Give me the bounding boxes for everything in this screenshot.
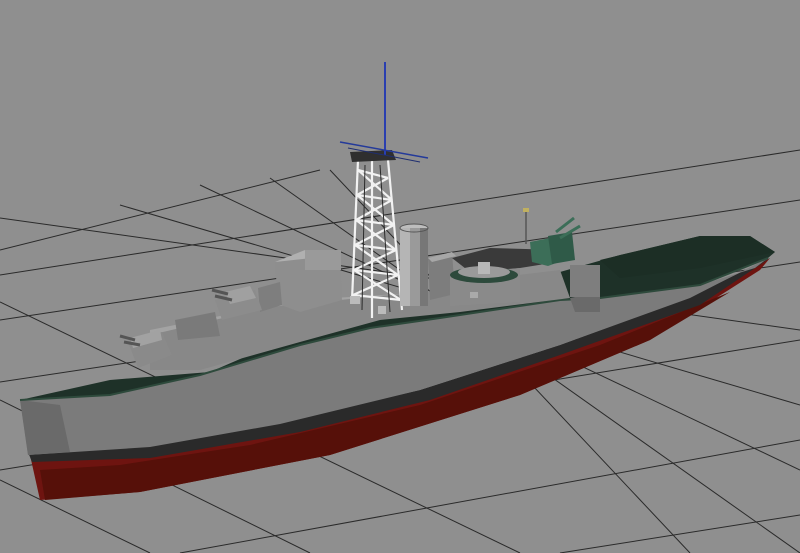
bridge-tower — [305, 250, 341, 270]
warship-model[interactable] — [19, 62, 775, 500]
gun-mount-aft — [523, 208, 581, 266]
deck-house-forward — [175, 312, 220, 340]
3d-viewport[interactable] — [0, 0, 800, 553]
deck-fitting — [378, 306, 386, 314]
deck-fitting — [470, 292, 478, 298]
funnel — [399, 223, 429, 306]
grid-line — [559, 514, 800, 553]
grid-line — [0, 169, 321, 251]
deck-fitting — [350, 296, 360, 304]
viewport-canvas[interactable] — [0, 0, 800, 553]
